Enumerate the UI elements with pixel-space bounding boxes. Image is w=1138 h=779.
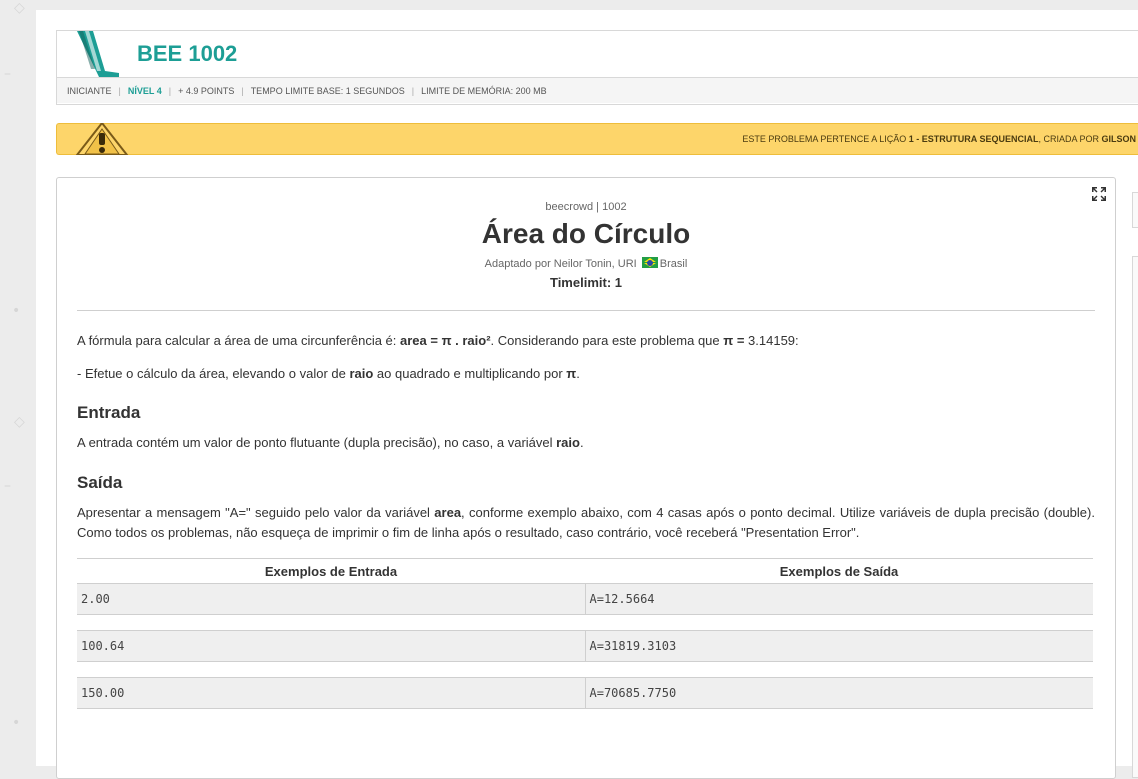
category-label[interactable]: INICIANTE	[67, 86, 112, 96]
text: A entrada contém um valor de ponto flutu…	[77, 435, 557, 450]
sample-output[interactable]: A=70685.7750	[584, 677, 1093, 709]
separator: |	[241, 85, 244, 96]
adapted-by-text: Adaptado por Neilor Tonin, URI	[484, 258, 637, 270]
raio-term: raio	[349, 366, 374, 381]
banner-middle: , CRIADA POR	[1038, 134, 1102, 144]
text: .	[576, 366, 580, 381]
brazil-flag-icon	[641, 257, 658, 268]
background-decoration: –	[4, 478, 11, 494]
separator: |	[118, 85, 121, 96]
adapted-by: Adaptado por Neilor Tonin, URI Brasil	[57, 257, 1115, 270]
output-heading: Saída	[77, 473, 123, 492]
formula: area = π . raio²	[400, 333, 491, 348]
text: .	[579, 435, 584, 450]
pi-value: 3.14159:	[748, 333, 799, 348]
sample-row: 2.00 A=12.5664	[77, 583, 1093, 615]
background-decoration: ◇	[14, 0, 25, 16]
lesson-banner: ESTE PROBLEMA PERTENCE A LIÇÃO 1 - ESTRU…	[56, 123, 1138, 155]
sample-input[interactable]: 2.00	[77, 583, 585, 615]
text: ao quadrado e multiplicando por	[373, 366, 567, 381]
background-decoration: •	[12, 303, 21, 319]
author-link[interactable]: GILSON	[1101, 134, 1136, 144]
sample-gap	[77, 661, 1093, 678]
side-panel-edge[interactable]	[1132, 192, 1138, 228]
expand-icon[interactable]	[1091, 186, 1107, 202]
description-paragraph: - Efetue o cálculo da área, elevando o v…	[77, 364, 1095, 384]
input-heading: Entrada	[77, 403, 141, 422]
output-samples-header: Exemplos de Saída	[585, 558, 1093, 584]
problem-header: BEE 1002 INICIANTE | NÍVEL 4 | + 4.9 POI…	[56, 30, 1138, 105]
level-label: NÍVEL 4	[127, 85, 162, 96]
samples-table: Exemplos de Entrada Exemplos de Saída 2.…	[77, 558, 1093, 709]
problem-meta-bar: INICIANTE | NÍVEL 4 | + 4.9 POINTS | TEM…	[57, 77, 1138, 103]
sample-input[interactable]: 150.00	[77, 677, 585, 709]
raio-term: raio	[556, 435, 580, 450]
lesson-banner-text: ESTE PROBLEMA PERTENCE A LIÇÃO 1 - ESTRU…	[742, 134, 1136, 144]
input-description: A entrada contém um valor de ponto flutu…	[77, 433, 1095, 453]
sample-input[interactable]: 100.64	[77, 630, 585, 662]
text: A fórmula para calcular a área de uma ci…	[77, 333, 401, 348]
sample-output[interactable]: A=12.5664	[584, 583, 1093, 615]
sample-output[interactable]: A=31819.3103	[584, 630, 1093, 662]
output-description: Apresentar a mensagem "A=" seguido pelo …	[77, 503, 1095, 543]
sample-gap	[77, 614, 1093, 631]
banner-prefix: ESTE PROBLEMA PERTENCE A LIÇÃO	[742, 134, 909, 144]
pi-term: π	[566, 366, 577, 381]
time-limit-label: TEMPO LIMITE BASE: 1 SEGUNDOS	[250, 85, 405, 96]
country-label: Brasil	[659, 258, 688, 270]
lesson-link[interactable]: 1 - ESTRUTURA SEQUENCIAL	[909, 134, 1039, 144]
side-panel-edge[interactable]	[1132, 256, 1138, 778]
pi-label: π =	[723, 333, 749, 348]
warning-icon	[75, 123, 129, 155]
input-samples-header: Exemplos de Entrada	[77, 558, 585, 584]
background-decoration: •	[12, 715, 21, 731]
separator: |	[168, 85, 172, 96]
problem-card: beecrowd | 1002 Área do Círculo Adaptado…	[56, 177, 1116, 779]
description-paragraph: A fórmula para calcular a área de uma ci…	[77, 331, 1095, 351]
sample-row: 100.64 A=31819.3103	[77, 630, 1093, 662]
problem-origin: beecrowd | 1002	[545, 201, 627, 213]
area-term: area	[434, 505, 462, 520]
background-decoration: ◇	[14, 414, 25, 430]
background-decoration: –	[4, 66, 11, 82]
problem-title: Área do Círculo	[481, 218, 691, 249]
bee-logo-icon	[77, 31, 119, 77]
points-label: + 4.9 POINTS	[178, 85, 235, 96]
text: Apresentar a mensagem "A=" seguido pelo …	[77, 505, 435, 520]
page-container: BEE 1002 INICIANTE | NÍVEL 4 | + 4.9 POI…	[36, 10, 1138, 779]
text: . Considerando para este problema que	[490, 333, 724, 348]
timelimit: Timelimit: 1	[549, 275, 622, 290]
sample-row: 150.00 A=70685.7750	[77, 677, 1093, 709]
problem-code-title: BEE 1002	[137, 41, 238, 66]
separator: |	[411, 85, 415, 96]
divider	[77, 310, 1095, 311]
text: - Efetue o cálculo da área, elevando o v…	[77, 366, 350, 381]
memory-limit-label: LIMITE DE MEMÓRIA: 200 MB	[421, 85, 547, 96]
